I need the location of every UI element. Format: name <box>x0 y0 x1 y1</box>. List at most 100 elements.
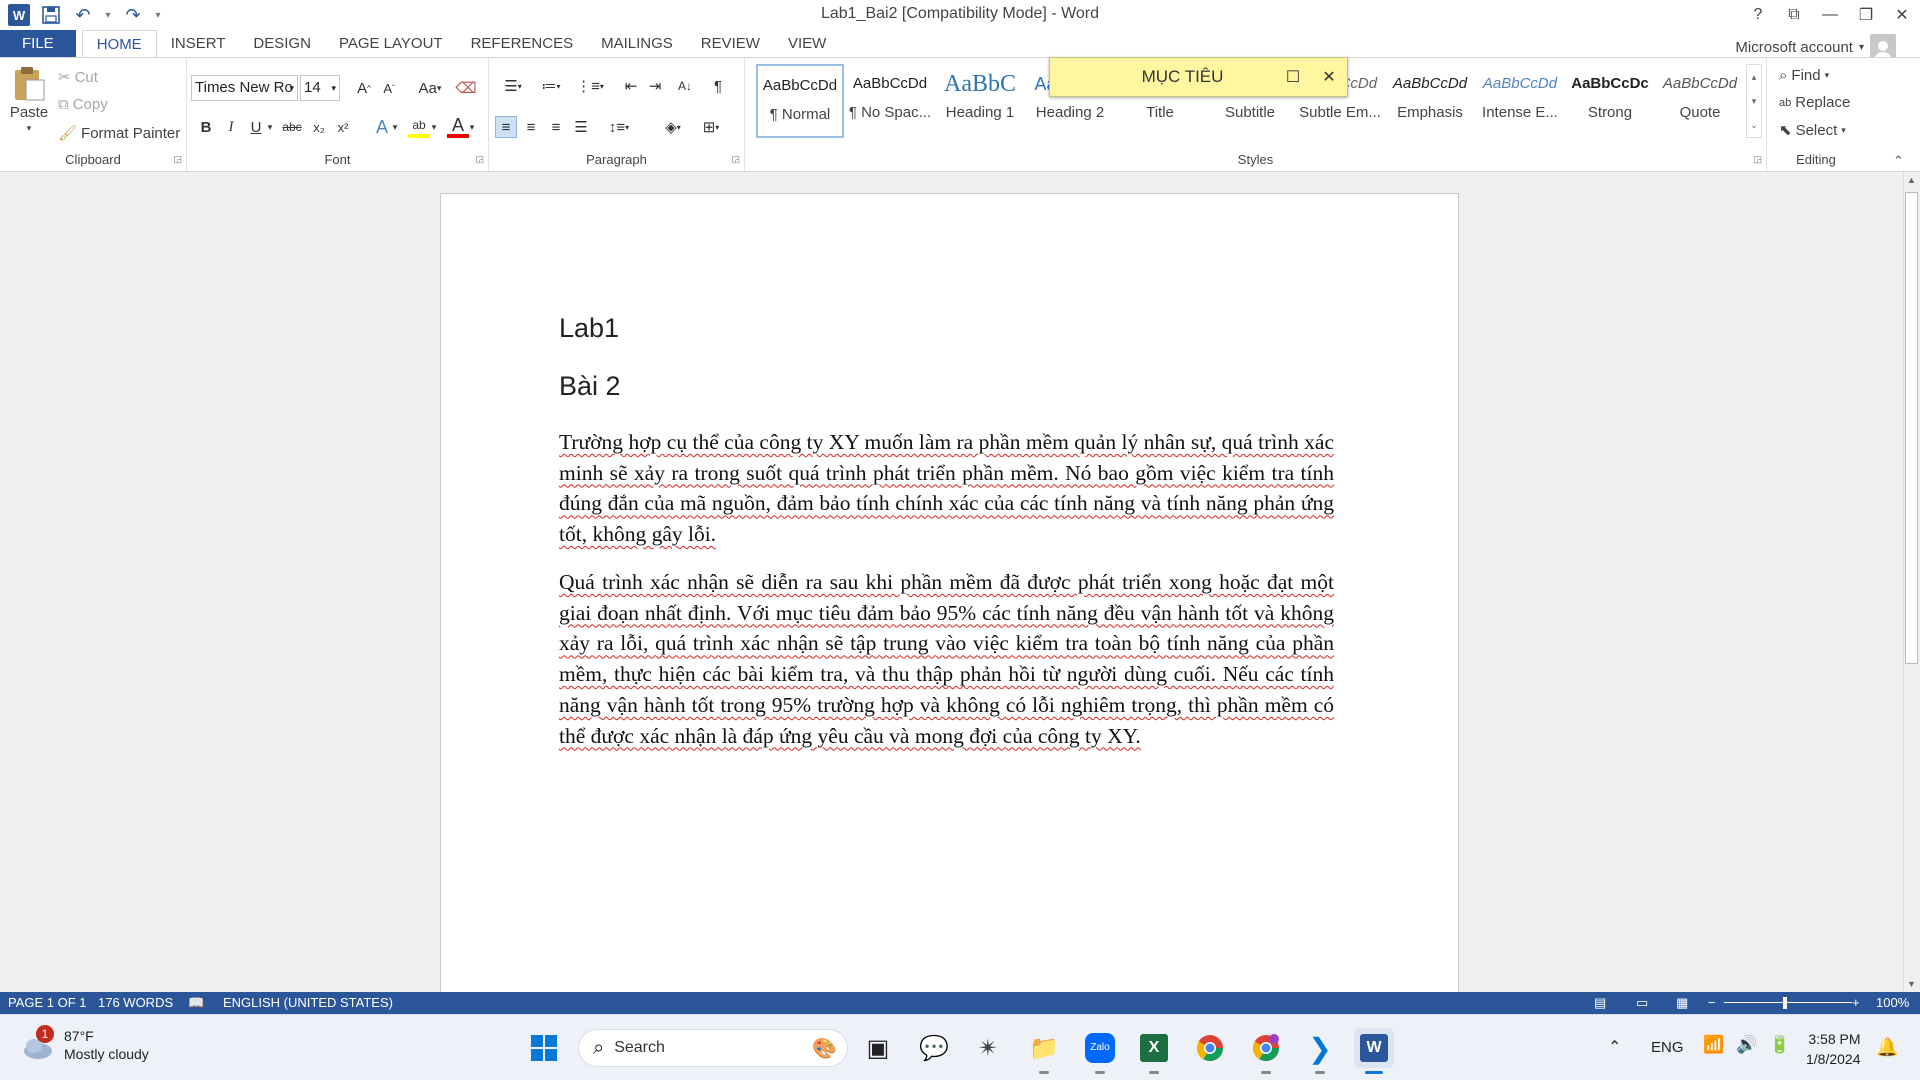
format-painter-button[interactable]: 🖌 Format Painter <box>58 124 180 143</box>
tab-page-layout[interactable]: PAGE LAYOUT <box>325 30 457 58</box>
zalo-icon[interactable]: Zalo <box>1080 1028 1120 1074</box>
shading-icon[interactable]: ◈ ▾ <box>657 116 689 138</box>
close-button[interactable]: ✕ <box>1884 0 1920 30</box>
styles-scroll-up-icon[interactable]: ▴ <box>1752 72 1757 83</box>
heading-lab1[interactable]: Lab1 <box>559 313 619 344</box>
tab-insert[interactable]: INSERT <box>157 30 240 58</box>
teams-chat-icon[interactable]: 💬 <box>914 1028 954 1068</box>
scroll-up-icon[interactable]: ▲ <box>1907 175 1916 185</box>
read-mode-icon[interactable]: ▤ <box>1594 995 1606 1011</box>
justify-icon[interactable]: ☰ <box>570 116 592 138</box>
collapse-ribbon-icon[interactable]: ⌃ <box>1893 153 1904 169</box>
decrease-indent-icon[interactable]: ⇤ <box>620 75 642 97</box>
font-color-icon[interactable]: A <box>447 115 469 138</box>
wifi-icon[interactable]: 📶 <box>1703 1035 1724 1055</box>
heading-bai2[interactable]: Bài 2 <box>559 371 621 402</box>
style-intense-emphasis[interactable]: AaBbCcDd Intense E... <box>1476 64 1564 138</box>
numbering-icon[interactable]: ≔ ▾ <box>535 75 567 97</box>
zoom-slider-thumb[interactable] <box>1783 997 1787 1009</box>
font-color-dropdown-icon[interactable]: ▾ <box>467 116 477 138</box>
page-count[interactable]: PAGE 1 OF 1 <box>8 995 87 1010</box>
word-taskbar-icon[interactable]: W <box>1354 1028 1394 1074</box>
weather-widget[interactable]: 1 87°F Mostly cloudy <box>20 1025 149 1063</box>
align-center-icon[interactable]: ≡ <box>520 116 542 138</box>
notifications-icon[interactable]: 🔔 <box>1876 1037 1898 1058</box>
scrollbar-thumb[interactable] <box>1905 192 1918 664</box>
clear-formatting-icon[interactable]: ⌫ <box>455 77 477 99</box>
excel-icon[interactable]: X <box>1134 1028 1174 1074</box>
start-icon[interactable] <box>524 1028 564 1068</box>
copy-button[interactable]: ⧉ Copy <box>58 96 108 113</box>
italic-button[interactable]: I <box>220 116 242 138</box>
select-button[interactable]: ⬉ Select ▾ <box>1779 121 1846 140</box>
zoom-out-icon[interactable]: − <box>1708 995 1716 1010</box>
clipboard-launcher-icon[interactable]: ◲ <box>173 154 182 165</box>
font-size-box[interactable]: 14 ▾ <box>300 75 340 101</box>
bold-button[interactable]: B <box>195 116 217 138</box>
cut-button[interactable]: ✂ Cut <box>58 68 98 87</box>
app-icon-pinned[interactable]: ✴ <box>968 1028 1008 1068</box>
style-no-spacing[interactable]: AaBbCcDd ¶ No Spac... <box>846 64 934 138</box>
chrome-profile-icon[interactable] <box>1246 1028 1286 1074</box>
style-emphasis[interactable]: AaBbCcDd Emphasis <box>1386 64 1474 138</box>
highlight-icon[interactable]: ab <box>408 116 430 138</box>
change-case-button[interactable]: Aa ▾ <box>413 77 447 99</box>
paste-button[interactable]: Paste ▾ <box>8 66 50 134</box>
multilevel-list-icon[interactable]: ⋮≡ ▾ <box>573 75 607 97</box>
underline-dropdown-icon[interactable]: ▾ <box>265 116 275 138</box>
maximize-popup-icon[interactable]: ☐ <box>1275 67 1311 87</box>
clock[interactable]: 3:58 PM 1/8/2024 <box>1806 1029 1861 1069</box>
system-tray[interactable]: 📶 🔊 🔋 <box>1703 1035 1791 1055</box>
underline-button[interactable]: U <box>245 116 267 138</box>
taskbar-search[interactable]: ⌕ Search 🎨 <box>578 1029 848 1067</box>
show-hidden-icons[interactable]: ⌃ <box>1608 1037 1621 1057</box>
bullets-icon[interactable]: ☰ ▾ <box>497 75 529 97</box>
paragraph-launcher-icon[interactable]: ◲ <box>731 154 740 165</box>
zoom-level[interactable]: 100% <box>1876 995 1909 1010</box>
align-right-icon[interactable]: ≡ <box>545 116 567 138</box>
close-popup-icon[interactable]: ✕ <box>1311 67 1347 87</box>
show-formatting-button[interactable]: ¶ <box>707 75 729 97</box>
font-name-box[interactable]: Times New Ro ▾ <box>191 75 298 101</box>
tab-review[interactable]: REVIEW <box>687 30 774 58</box>
style-heading-1[interactable]: AaBbC Heading 1 <box>936 64 1024 138</box>
input-language[interactable]: ENG <box>1651 1039 1684 1056</box>
tab-mailings[interactable]: MAILINGS <box>587 30 687 58</box>
battery-icon[interactable]: 🔋 <box>1769 1035 1790 1055</box>
zoom-in-icon[interactable]: + <box>1852 995 1860 1010</box>
minimize-button[interactable]: — <box>1812 0 1848 30</box>
file-explorer-icon[interactable]: 📁 <box>1024 1028 1064 1074</box>
word-count[interactable]: 176 WORDS <box>98 995 173 1010</box>
styles-launcher-icon[interactable]: ◲ <box>1753 154 1762 165</box>
font-launcher-icon[interactable]: ◲ <box>475 154 484 165</box>
sort-icon[interactable]: A↓ <box>674 75 696 97</box>
tab-view[interactable]: VIEW <box>774 30 840 58</box>
tab-file[interactable]: FILE <box>0 30 76 58</box>
restore-button[interactable]: ❐ <box>1848 0 1884 30</box>
styles-more-icon[interactable]: ⌄ <box>1750 120 1758 131</box>
styles-scroll-down-icon[interactable]: ▾ <box>1752 96 1757 107</box>
tab-design[interactable]: DESIGN <box>239 30 325 58</box>
print-layout-icon[interactable]: ▭ <box>1636 995 1648 1011</box>
replace-button[interactable]: ab Replace <box>1779 94 1850 111</box>
proofing-icon[interactable]: 📖 <box>188 995 204 1011</box>
shrink-font-button[interactable]: Aˇ <box>378 77 400 99</box>
language-indicator[interactable]: ENGLISH (UNITED STATES) <box>223 995 393 1010</box>
subscript-button[interactable]: x₂ <box>308 116 330 138</box>
help-button[interactable]: ? <box>1740 0 1776 30</box>
account-dropdown-icon[interactable]: ▾ <box>1859 42 1864 53</box>
scroll-down-icon[interactable]: ▼ <box>1907 979 1916 989</box>
account-label[interactable]: Microsoft account <box>1735 39 1853 56</box>
line-spacing-icon[interactable]: ↕≡ ▾ <box>603 116 635 138</box>
highlight-dropdown-icon[interactable]: ▾ <box>429 116 439 138</box>
align-left-icon[interactable]: ≡ <box>495 116 517 138</box>
ribbon-display-options-icon[interactable]: ⧉ <box>1776 0 1812 30</box>
text-effects-dropdown-icon[interactable]: ▾ <box>390 116 400 138</box>
volume-icon[interactable]: 🔊 <box>1736 1035 1757 1055</box>
borders-icon[interactable]: ⊞ ▾ <box>695 116 727 138</box>
strikethrough-button[interactable]: abc <box>279 116 305 138</box>
superscript-button[interactable]: x² <box>332 116 354 138</box>
style-quote[interactable]: AaBbCcDd Quote <box>1656 64 1744 138</box>
style-strong[interactable]: AaBbCcDc Strong <box>1566 64 1654 138</box>
grow-font-button[interactable]: A ^ <box>353 77 375 99</box>
